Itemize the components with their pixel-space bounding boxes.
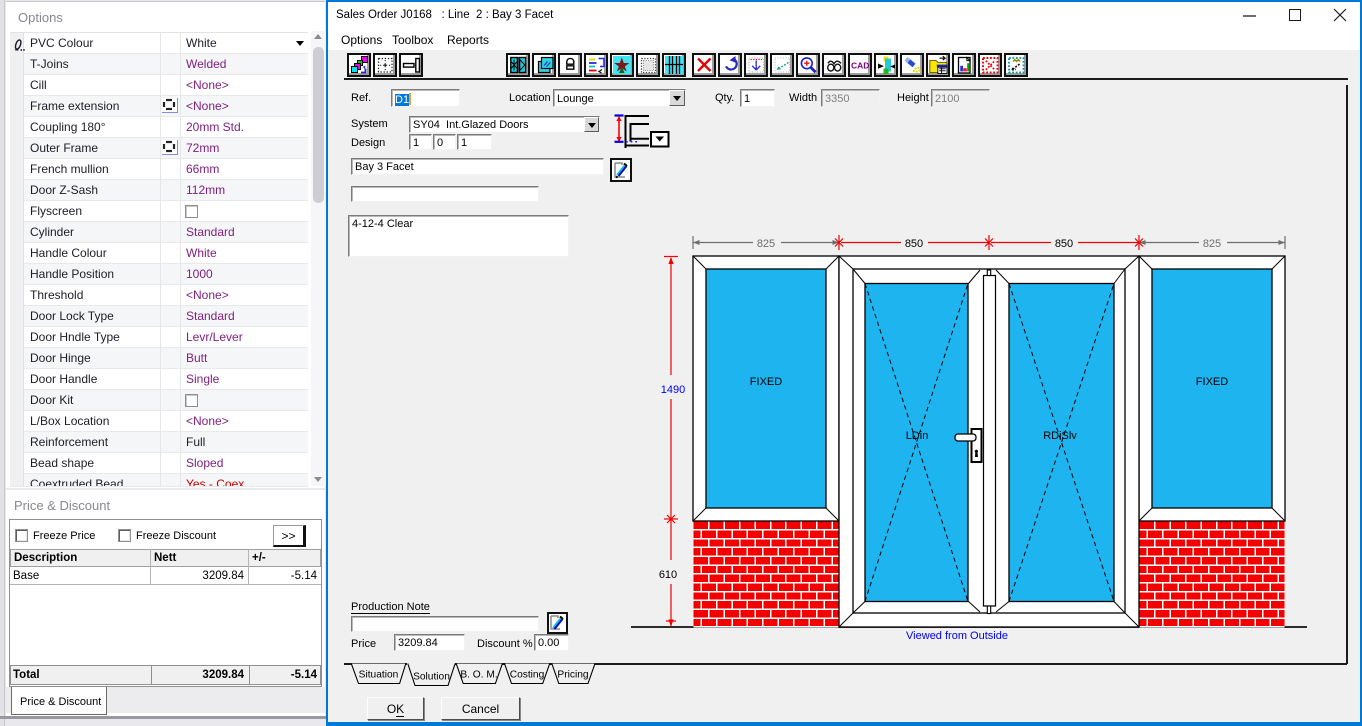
svg-text:RDiSlv: RDiSlv bbox=[1043, 430, 1077, 442]
svg-text:B. O. M.: B. O. M. bbox=[460, 670, 497, 681]
svg-text:850: 850 bbox=[905, 238, 923, 250]
svg-text:LDin: LDin bbox=[906, 430, 929, 442]
svg-text:825: 825 bbox=[757, 238, 775, 250]
svg-text:Solution: Solution bbox=[413, 672, 450, 683]
svg-text:Costing: Costing bbox=[510, 670, 545, 681]
svg-text:CAD: CAD bbox=[851, 61, 869, 71]
svg-text:610: 610 bbox=[659, 569, 677, 581]
svg-text:FIXED: FIXED bbox=[1196, 376, 1228, 388]
svg-text:825: 825 bbox=[1203, 238, 1221, 250]
svg-text:850: 850 bbox=[1055, 238, 1073, 250]
svg-text:Viewed from Outside: Viewed from Outside bbox=[906, 630, 1008, 642]
svg-text:FIXED: FIXED bbox=[750, 376, 782, 388]
svg-text:Pricing: Pricing bbox=[557, 670, 588, 681]
svg-text:1490: 1490 bbox=[661, 384, 685, 396]
svg-text:Situation: Situation bbox=[359, 670, 399, 681]
